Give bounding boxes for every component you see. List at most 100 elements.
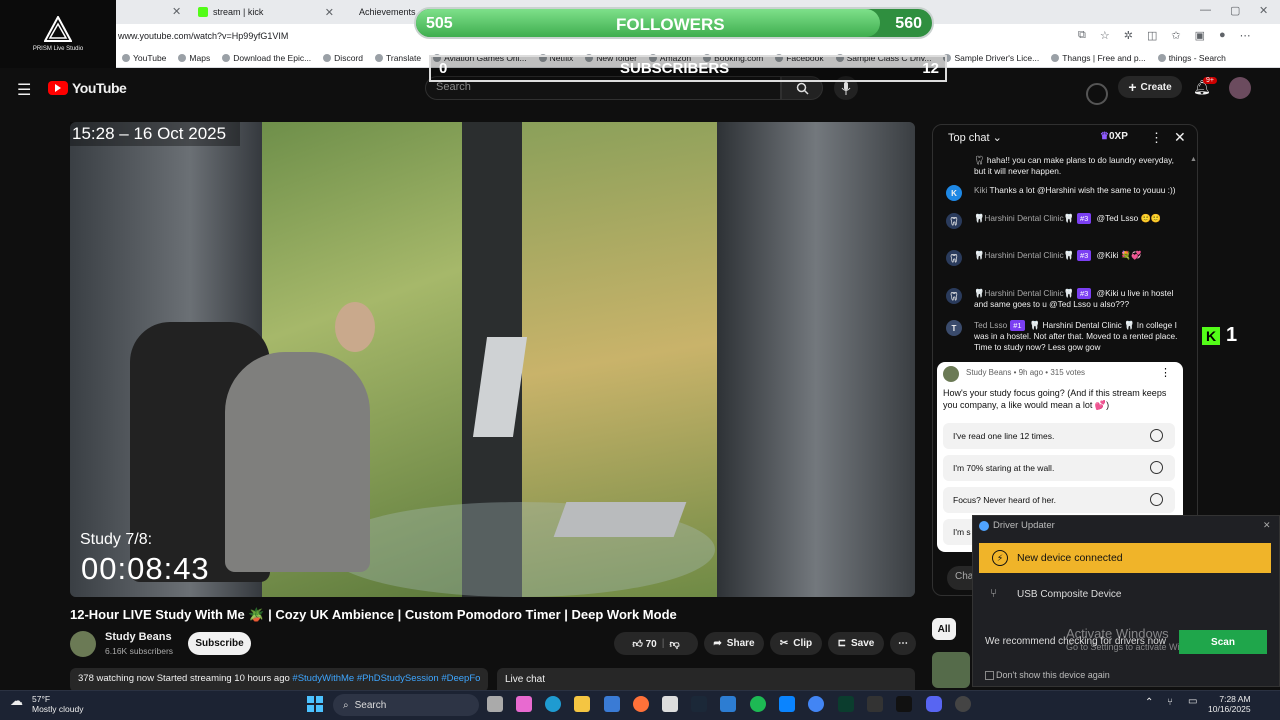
firefox-icon[interactable] (633, 696, 649, 712)
clock[interactable]: 7:28 AM 10/16/2025 (1208, 694, 1251, 714)
channel-avatar[interactable] (70, 631, 96, 657)
bookmark-item[interactable]: things - Search (1157, 53, 1226, 63)
popup-title: Driver Updater (993, 520, 1055, 531)
top-chat-dropdown[interactable]: Top chat ⌄ (948, 131, 1002, 144)
share-button[interactable]: ➦ Share (704, 632, 764, 655)
weather-widget[interactable]: ☁ 57°F Mostly cloudy (10, 694, 84, 714)
profile-icon[interactable]: ● (1219, 29, 1226, 42)
spotify-icon[interactable] (750, 696, 766, 712)
epic-games-icon[interactable] (867, 696, 883, 712)
store-icon[interactable] (604, 696, 620, 712)
search-icon (796, 82, 809, 95)
avatar: 🦷︎ (946, 213, 962, 229)
tiktok-icon[interactable] (896, 696, 912, 712)
bookmark-icon: ⊏ (837, 638, 847, 649)
chat-more-icon[interactable]: ⋮ (1150, 130, 1163, 146)
poll-meta: Study Beans • 9h ago • 315 votes (966, 368, 1086, 377)
avatar (943, 366, 959, 382)
start-button[interactable] (307, 696, 323, 712)
stream-clock: 15:28 – 16 Oct 2025 (70, 122, 240, 146)
collections-icon[interactable]: ▣ (1195, 29, 1205, 42)
bookmark-item[interactable]: Translate (374, 53, 421, 63)
scan-button[interactable]: Scan (1179, 630, 1267, 654)
video-player[interactable] (70, 122, 915, 597)
lightning-icon: ⚡︎ (992, 550, 1008, 566)
close-window-icon[interactable]: ✕ (1259, 4, 1268, 17)
poll-option[interactable]: I've read one line 12 times. (943, 423, 1175, 449)
steam-icon[interactable] (691, 696, 707, 712)
subscribers-goal: 12 (922, 60, 939, 77)
bookmark-item[interactable]: Thangs | Free and p... (1051, 53, 1146, 63)
more-icon: ⋯ (898, 638, 908, 649)
kick-counter: K1 (1202, 324, 1237, 347)
close-tab-icon[interactable]: ✕ (325, 6, 334, 19)
app-icon[interactable] (779, 696, 795, 712)
live-chat-header[interactable]: Live chat (497, 668, 915, 692)
menu-icon[interactable]: ⋯ (1240, 29, 1251, 42)
tab-achievements[interactable]: Achievements (346, 0, 416, 24)
tray-chevron-icon[interactable]: ⌃ (1145, 697, 1153, 708)
tab-stream-kick[interactable]: stream | kick ✕ (190, 0, 342, 24)
youtube-logo[interactable]: YouTube (48, 80, 127, 96)
share-icon: ➦ (713, 638, 722, 649)
filter-chip-all[interactable]: All (932, 618, 956, 640)
tray-network-icon[interactable]: ▭ (1188, 696, 1197, 707)
app-icon[interactable] (662, 696, 678, 712)
split-icon[interactable]: ◫ (1147, 29, 1157, 42)
microphone-icon (841, 81, 851, 95)
chrome-icon[interactable] (808, 696, 824, 712)
like-button[interactable]: 👍︎ 70 (632, 638, 656, 650)
favorites-icon[interactable]: ✩ (1171, 29, 1180, 42)
dont-show-checkbox[interactable] (985, 671, 994, 680)
bookmark-item[interactable]: Discord (323, 53, 363, 63)
bookmark-item[interactable]: Sample Driver's Lice... (943, 53, 1039, 63)
scroll-up-icon[interactable]: ▲ (1190, 156, 1197, 163)
tray-usb-icon[interactable]: ⑂ (1167, 697, 1173, 708)
device-name: USB Composite Device (1017, 589, 1122, 600)
star-icon[interactable]: ☆ (1100, 29, 1110, 42)
extensions-icon[interactable]: ✲ (1124, 29, 1133, 42)
close-popup-icon[interactable]: ✕ (1263, 520, 1271, 531)
discord-icon[interactable] (926, 696, 942, 712)
taskbar-search[interactable]: ⌕ Search (333, 694, 479, 716)
chat-message: 🦷︎ 🦷Harshini Dental Clinic🦷 #3 @Ted Lsso 🙂… (946, 213, 1178, 229)
crown-icon: ♛ (1100, 131, 1109, 142)
close-chat-icon[interactable]: ✕ (1174, 129, 1186, 146)
thumbs-down-icon[interactable]: 👎︎ (670, 638, 680, 650)
minimize-icon[interactable]: — (1200, 4, 1211, 16)
file-explorer-icon[interactable] (574, 696, 590, 712)
maximize-icon[interactable]: ▢ (1230, 4, 1240, 17)
bookmark-item[interactable]: Maps (178, 53, 210, 63)
poll-option[interactable]: Focus? Never heard of her. (943, 487, 1175, 513)
hashtags[interactable]: #StudyWithMe #PhDStudySession #DeepFo (292, 673, 480, 684)
obs-icon[interactable] (955, 696, 971, 712)
create-button[interactable]: + Create (1118, 76, 1182, 98)
edge-icon[interactable] (545, 696, 561, 712)
clip-button[interactable]: ✂ Clip (770, 632, 822, 655)
avatar: 🦷︎ (946, 288, 962, 304)
poll-more-icon[interactable]: ⋮ (1160, 366, 1171, 379)
close-tab-icon[interactable]: ✕ (172, 5, 181, 18)
avatar[interactable] (1229, 77, 1251, 99)
subscribers-current: 0 (439, 60, 448, 77)
more-actions-button[interactable]: ⋯ (890, 632, 916, 655)
hamburger-menu-icon[interactable]: ☰ (17, 80, 31, 100)
app-icon[interactable] (838, 696, 854, 712)
activate-windows-watermark: Activate Windows (1066, 626, 1169, 641)
description-box[interactable]: 378 watching now Started streaming 10 ho… (70, 668, 488, 692)
app-icon[interactable] (720, 696, 736, 712)
followers-current: 505 (426, 15, 453, 32)
avatar: 🦷︎ (946, 250, 962, 266)
channel-name[interactable]: Study Beans (105, 631, 172, 643)
related-video-thumbnail[interactable] (932, 652, 970, 688)
chat-message: T Ted Lsso #1 🦷 Harshini Dental Clinic 🦷 I… (946, 320, 1178, 353)
copilot-icon[interactable] (516, 696, 532, 712)
subscribe-button[interactable]: Subscribe (188, 632, 251, 655)
poll-option[interactable]: I'm 70% staring at the wall. (943, 455, 1175, 481)
task-view-icon[interactable] (487, 696, 503, 712)
save-button[interactable]: ⊏ Save (828, 632, 884, 655)
bookmark-item[interactable]: Download the Epic... (222, 53, 311, 63)
bookmark-item[interactable]: YouTube (122, 53, 166, 63)
kick-logo-icon: K (1202, 326, 1220, 345)
install-icon[interactable]: ⧉ (1078, 29, 1086, 42)
